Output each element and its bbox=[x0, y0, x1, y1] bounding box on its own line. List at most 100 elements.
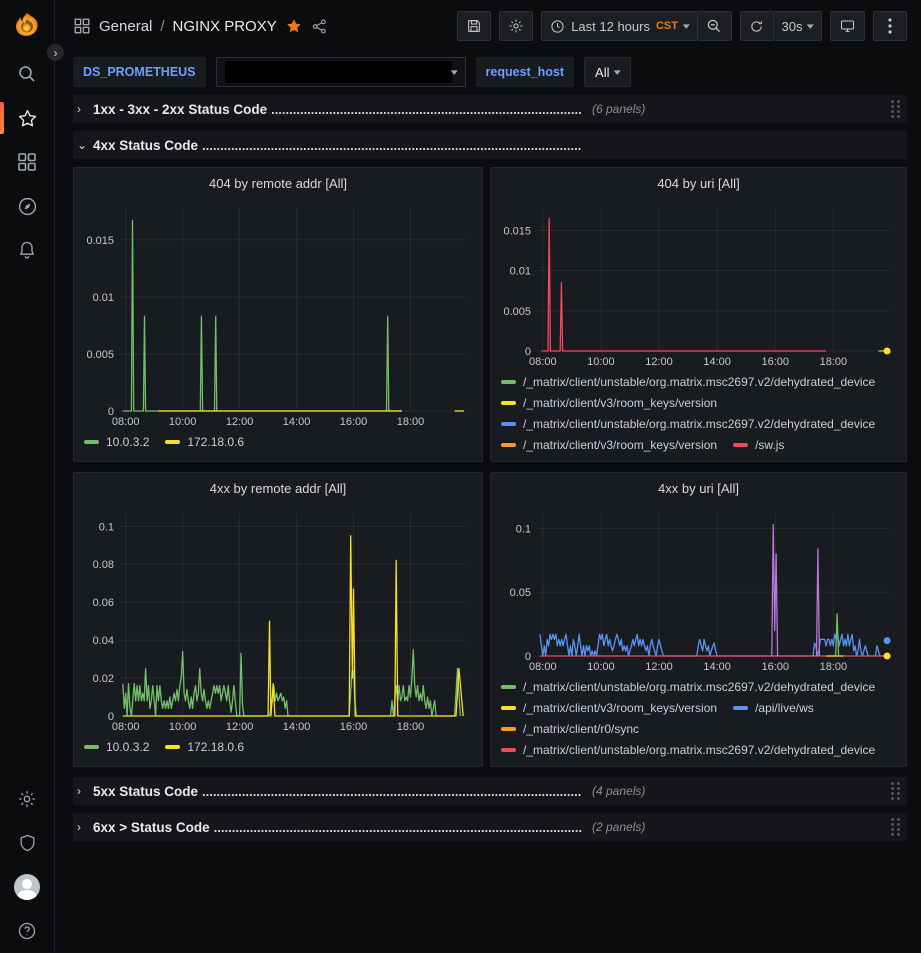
chart-plot-svg[interactable]: 08:0010:0012:0014:0016:0018:0000.0050.01… bbox=[497, 198, 900, 369]
legend-item[interactable]: 10.0.3.2 bbox=[84, 736, 149, 757]
chevron-down-icon: ▾ bbox=[451, 67, 458, 78]
row-collapse-chevron[interactable]: › bbox=[77, 102, 93, 116]
legend-item[interactable]: /_matrix/client/v3/room_keys/version bbox=[501, 697, 717, 718]
legend-swatch bbox=[733, 706, 748, 710]
row-title[interactable]: 4xx Status Code bbox=[93, 138, 198, 153]
x-axis-tick-label: 08:00 bbox=[112, 721, 140, 733]
legend-item[interactable]: /api/live/ws bbox=[733, 697, 814, 718]
legend-label: /_matrix/client/r0/sync bbox=[523, 722, 639, 736]
request-host-variable-select[interactable]: All ▾ bbox=[584, 57, 631, 87]
row-panel-count: (4 panels) bbox=[592, 784, 645, 798]
sidebar-item-starred[interactable] bbox=[0, 96, 55, 140]
legend-swatch bbox=[501, 443, 516, 447]
y-axis-tick-label: 0.005 bbox=[86, 349, 114, 361]
request-host-variable-label[interactable]: request_host bbox=[476, 57, 575, 87]
time-range-picker[interactable]: Last 12 hours CST ▾ bbox=[541, 11, 697, 41]
legend-item[interactable]: /_matrix/client/unstable/org.matrix.msc2… bbox=[501, 371, 875, 392]
row-leader-dots: ........................................… bbox=[202, 784, 582, 799]
legend-item[interactable]: /_matrix/client/unstable/org.matrix.msc2… bbox=[501, 739, 875, 760]
legend-item[interactable]: /_matrix/client/r0/sync bbox=[501, 718, 639, 739]
chevron-down-icon: ▾ bbox=[807, 21, 814, 32]
dashboard-settings-button[interactable] bbox=[499, 11, 533, 41]
apps-grid-icon[interactable] bbox=[73, 17, 91, 35]
chart-404-by-uri[interactable]: 08:0010:0012:0014:0016:0018:0000.0050.01… bbox=[497, 198, 900, 369]
chart-plot-svg[interactable]: 08:0010:0012:0014:0016:0018:0000.020.040… bbox=[80, 503, 476, 734]
panel-title[interactable]: 4xx by remote addr [All] bbox=[74, 473, 482, 503]
refresh-button[interactable] bbox=[740, 11, 774, 41]
chart-legend: /_matrix/client/unstable/org.matrix.msc2… bbox=[501, 676, 896, 762]
row-title[interactable]: 6xx > Status Code bbox=[93, 820, 210, 835]
zoom-out-time-button[interactable] bbox=[698, 11, 732, 41]
search-icon[interactable] bbox=[0, 52, 55, 96]
legend-swatch bbox=[84, 745, 99, 749]
chart-404-by-remote-addr[interactable]: 08:0010:0012:0014:0016:0018:0000.0050.01… bbox=[80, 198, 476, 429]
favorite-star-icon[interactable] bbox=[285, 17, 303, 35]
refresh-icon bbox=[749, 19, 764, 34]
more-options-button[interactable] bbox=[873, 11, 907, 41]
chart-4xx-by-remote-addr[interactable]: 08:0010:0012:0014:0016:0018:0000.020.040… bbox=[80, 503, 476, 734]
sidebar-item-server-admin[interactable] bbox=[0, 821, 55, 865]
refresh-interval-picker[interactable]: 30s ▾ bbox=[774, 11, 823, 41]
row-drag-handle[interactable] bbox=[889, 782, 903, 800]
row-collapse-chevron[interactable]: › bbox=[77, 820, 93, 834]
sidebar-expand-button[interactable]: › bbox=[46, 43, 65, 62]
series-end-dot bbox=[884, 348, 891, 355]
legend-label: 10.0.3.2 bbox=[106, 435, 149, 449]
panel-title[interactable]: 404 by remote addr [All] bbox=[74, 168, 482, 198]
chart-4xx-by-uri[interactable]: 08:0010:0012:0014:0016:0018:0000.050.1 bbox=[497, 503, 900, 674]
legend-swatch bbox=[501, 748, 516, 752]
chevron-down-icon: ▾ bbox=[614, 67, 621, 78]
legend-item[interactable]: /_matrix/client/unstable/org.matrix.msc2… bbox=[501, 413, 875, 434]
sidebar-item-help[interactable] bbox=[0, 909, 55, 953]
breadcrumb-section[interactable]: General bbox=[99, 18, 152, 35]
sidebar-item-explore[interactable] bbox=[0, 184, 55, 228]
datasource-variable-select[interactable]: ▾ bbox=[216, 57, 466, 87]
share-icon[interactable] bbox=[311, 18, 328, 35]
y-axis-tick-label: 0.015 bbox=[86, 235, 114, 247]
breadcrumb-page-title[interactable]: NGINX PROXY bbox=[173, 18, 277, 35]
tv-mode-button[interactable] bbox=[830, 11, 865, 41]
sidebar-item-alerting[interactable] bbox=[0, 228, 55, 272]
legend-label: /api/live/ws bbox=[755, 701, 814, 715]
legend-item[interactable]: 172.18.0.6 bbox=[165, 736, 244, 757]
legend-item[interactable]: /_matrix/client/v3/room_keys/version bbox=[501, 392, 717, 413]
legend-item[interactable]: /sw.js bbox=[733, 434, 784, 455]
datasource-variable-label[interactable]: DS_PROMETHEUS bbox=[73, 57, 206, 87]
breadcrumb: General / NGINX PROXY bbox=[73, 17, 328, 35]
x-axis-tick-label: 08:00 bbox=[529, 661, 557, 673]
legend-item[interactable]: 10.0.3.2 bbox=[84, 431, 149, 452]
legend-item[interactable]: 172.18.0.6 bbox=[165, 431, 244, 452]
sidebar-item-dashboards[interactable] bbox=[0, 140, 55, 184]
avatar bbox=[14, 874, 40, 900]
sidebar-item-configuration[interactable] bbox=[0, 777, 55, 821]
y-axis-tick-label: 0.015 bbox=[503, 225, 531, 237]
row-title[interactable]: 5xx Status Code bbox=[93, 784, 198, 799]
dashboard-toolbar: General / NGINX PROXY bbox=[55, 0, 921, 52]
panel-title[interactable]: 4xx by uri [All] bbox=[491, 473, 906, 503]
row-collapse-chevron[interactable]: ⌄ bbox=[77, 138, 93, 152]
legend-item[interactable]: /_matrix/client/unstable/org.matrix.msc2… bbox=[501, 676, 875, 697]
legend-swatch bbox=[165, 440, 180, 444]
dashboard-content: › 1xx - 3xx - 2xx Status Code ..........… bbox=[55, 92, 921, 841]
chart-plot-svg[interactable]: 08:0010:0012:0014:0016:0018:0000.0050.01… bbox=[80, 198, 476, 429]
row-drag-handle[interactable] bbox=[889, 100, 903, 118]
y-axis-tick-label: 0 bbox=[525, 651, 531, 663]
user-avatar[interactable] bbox=[0, 865, 55, 909]
chart-plot-svg[interactable]: 08:0010:0012:0014:0016:0018:0000.050.1 bbox=[497, 503, 900, 674]
y-axis-tick-label: 0.06 bbox=[93, 597, 114, 609]
panel-title[interactable]: 404 by uri [All] bbox=[491, 168, 906, 198]
x-axis-tick-label: 14:00 bbox=[283, 416, 311, 428]
row-drag-handle[interactable] bbox=[889, 818, 903, 836]
x-axis-tick-label: 12:00 bbox=[645, 356, 673, 368]
legend-label: /sw.js bbox=[755, 438, 784, 452]
y-axis-tick-label: 0 bbox=[108, 711, 114, 723]
y-axis-tick-label: 0.01 bbox=[510, 266, 531, 278]
row-title[interactable]: 1xx - 3xx - 2xx Status Code bbox=[93, 102, 267, 117]
chart-legend: 10.0.3.2 172.18.0.6 bbox=[84, 736, 472, 762]
active-indicator bbox=[0, 102, 4, 134]
grafana-logo[interactable] bbox=[0, 0, 55, 52]
legend-item[interactable]: /_matrix/client/v3/room_keys/version bbox=[501, 434, 717, 455]
save-dashboard-button[interactable] bbox=[457, 11, 491, 41]
row-collapse-chevron[interactable]: › bbox=[77, 784, 93, 798]
legend-label: /_matrix/client/v3/room_keys/version bbox=[523, 701, 717, 715]
